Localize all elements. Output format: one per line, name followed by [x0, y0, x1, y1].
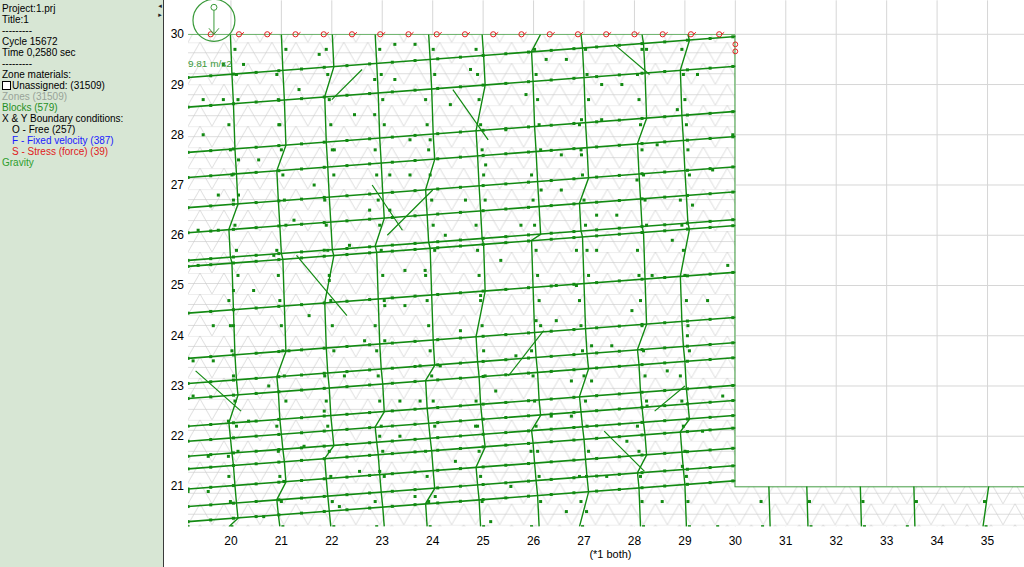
info-line: Project:1.prj [2, 3, 155, 14]
svg-text:31: 31 [779, 534, 793, 548]
udec-window: Project:1.prjTitle:1---------Cycle 15672… [0, 0, 1024, 567]
info-line: Cycle 15672 [2, 36, 155, 47]
legend-panel: Project:1.prjTitle:1---------Cycle 15672… [0, 0, 157, 567]
gravity-icon [193, 0, 235, 41]
x-axis-ticks: 20 21 22 23 24 25 26 27 28 29 30 31 32 33 34 35 [224, 534, 994, 548]
splitter-arrow[interactable]: ◂ [158, 1, 162, 10]
svg-text:28: 28 [628, 534, 642, 548]
y-axis-ticks: 30 29 28 27 26 25 24 23 22 21 [171, 27, 185, 493]
svg-text:22: 22 [171, 429, 185, 443]
info-line: X & Y Boundary conditions: [2, 113, 155, 124]
legend-item: Gravity [2, 157, 155, 168]
legend-item: S - Stress (force) (39) [2, 146, 155, 157]
model-plot[interactable]: 9.81 m/s23029282726252423222120212223242… [164, 0, 1024, 567]
svg-text:21: 21 [171, 479, 185, 493]
svg-text:32: 32 [830, 534, 844, 548]
legend-item: Blocks (579) [2, 102, 155, 113]
svg-text:25: 25 [476, 534, 490, 548]
material-item[interactable]: Unassigned: (31509) [2, 80, 155, 91]
gravity-label: 9.81 m/s2 [188, 58, 232, 69]
svg-text:24: 24 [171, 329, 185, 343]
legend-item: F - Fixed velocity (387) [2, 135, 155, 146]
svg-text:28: 28 [171, 128, 185, 142]
stress-boundary-markers [208, 32, 738, 54]
info-line: Zone materials: [2, 69, 155, 80]
svg-text:22: 22 [325, 534, 339, 548]
svg-text:35: 35 [981, 534, 995, 548]
svg-text:30: 30 [171, 27, 185, 41]
svg-text:25: 25 [171, 278, 185, 292]
svg-text:23: 23 [171, 379, 185, 393]
svg-text:30: 30 [729, 534, 743, 548]
svg-text:27: 27 [171, 178, 185, 192]
svg-text:27: 27 [577, 534, 591, 548]
info-line: Zones (31509) [2, 91, 155, 102]
info-line: --------- [2, 58, 155, 69]
svg-text:34: 34 [930, 534, 944, 548]
gridpoints [187, 12, 1024, 529]
legend-item: O - Free (257) [2, 124, 155, 135]
info-line: Title:1 [2, 14, 155, 25]
svg-text:24: 24 [426, 534, 440, 548]
svg-text:26: 26 [171, 228, 185, 242]
svg-text:23: 23 [376, 534, 390, 548]
info-line: --------- [2, 25, 155, 36]
svg-text:21: 21 [275, 534, 289, 548]
plot-area: 9.81 m/s23029282726252423222120212223242… [164, 0, 1024, 567]
info-line: Time 0,2580 sec [2, 47, 155, 58]
svg-text:29: 29 [678, 534, 692, 548]
svg-text:26: 26 [527, 534, 541, 548]
svg-text:33: 33 [880, 534, 894, 548]
material-checkbox[interactable] [2, 81, 11, 90]
splitter-arrow[interactable]: ▸ [158, 10, 162, 19]
scale-footer: (*1 both) [589, 548, 631, 560]
svg-text:20: 20 [224, 534, 238, 548]
svg-text:29: 29 [171, 78, 185, 92]
block-joints [188, 12, 1024, 527]
panel-splitter[interactable]: ◂▸ [157, 0, 164, 567]
